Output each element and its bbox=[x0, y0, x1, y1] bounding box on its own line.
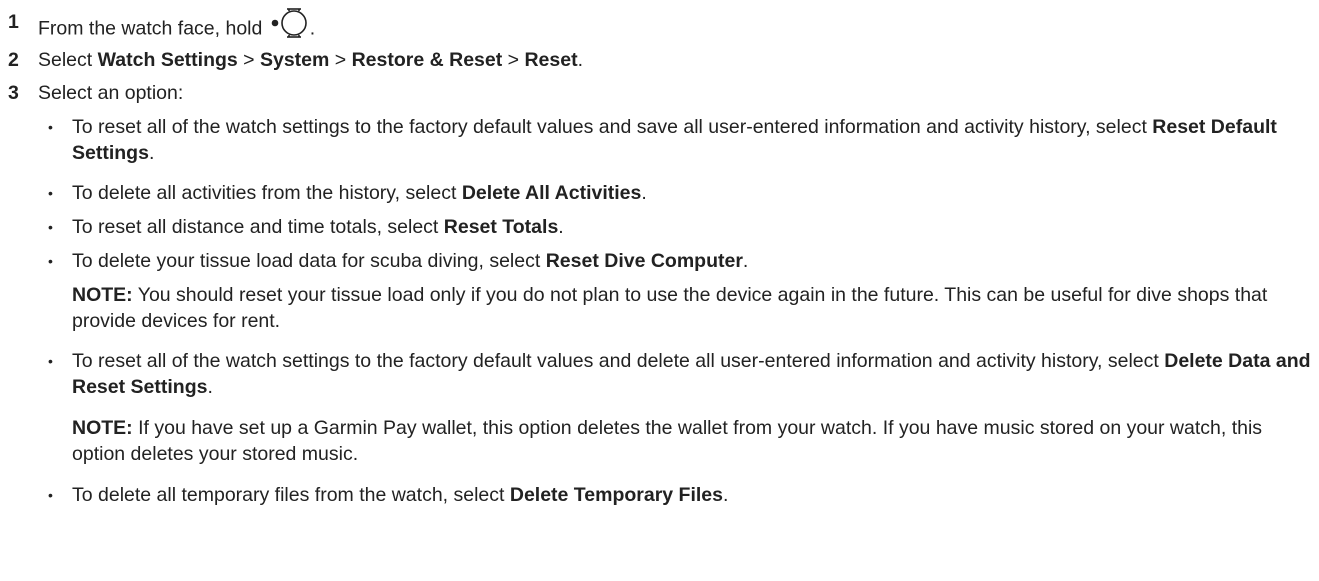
bullet: • bbox=[48, 353, 53, 369]
bullet: • bbox=[48, 253, 53, 269]
option-text: To delete your tissue load data for scub… bbox=[72, 248, 1312, 274]
step-3: 3 Select an option: bbox=[0, 80, 1319, 106]
option-description: To reset all distance and time totals, s… bbox=[72, 216, 444, 238]
option-name: Delete Temporary Files bbox=[509, 484, 723, 506]
option-end: . bbox=[723, 484, 729, 506]
option-text: To reset all of the watch settings to th… bbox=[72, 348, 1312, 400]
option-description: To reset all of the watch settings to th… bbox=[72, 350, 1165, 372]
menu-path-watch-settings: Watch Settings bbox=[97, 49, 238, 71]
menu-path-separator: > bbox=[502, 49, 525, 71]
menu-path-system: System bbox=[259, 49, 330, 71]
menu-path-separator: > bbox=[329, 49, 352, 71]
bullet: • bbox=[48, 185, 53, 201]
note-text: If you have set up a Garmin Pay wallet, … bbox=[72, 417, 1263, 465]
option-description: To delete your tissue load data for scub… bbox=[72, 250, 546, 272]
note-text: You should reset your tissue load only i… bbox=[72, 284, 1268, 332]
option-description: To delete all temporary files from the w… bbox=[72, 484, 510, 506]
option-name: Reset Totals bbox=[443, 216, 559, 238]
menu-path-separator: > bbox=[237, 49, 260, 71]
bullet: • bbox=[48, 219, 53, 235]
option-description: To delete all activities from the histor… bbox=[72, 182, 462, 204]
step-2: 2 Select Watch Settings > System > Resto… bbox=[0, 47, 1319, 73]
option-name: Reset Dive Computer bbox=[545, 250, 743, 272]
note-tissue-load: NOTE: You should reset your tissue load … bbox=[72, 282, 1312, 334]
option-text: To delete all temporary files from the w… bbox=[72, 482, 1312, 508]
note-label: NOTE: bbox=[72, 417, 133, 439]
step-text: From the watch face, hold . bbox=[38, 6, 315, 50]
bullet: • bbox=[48, 119, 53, 135]
step-number: 1 bbox=[8, 11, 19, 33]
menu-path-restore-reset: Restore & Reset bbox=[351, 49, 503, 71]
step-text-part: . bbox=[577, 49, 584, 71]
watch-button-icon bbox=[270, 6, 312, 47]
option-description: To reset all of the watch settings to th… bbox=[72, 116, 1153, 138]
step-number: 2 bbox=[8, 49, 19, 71]
option-text: To reset all distance and time totals, s… bbox=[72, 214, 1312, 240]
option-end: . bbox=[558, 216, 564, 238]
option-end: . bbox=[207, 376, 213, 398]
step-text-part: From the watch face, hold bbox=[38, 17, 268, 40]
step-text: Select an option: bbox=[38, 82, 184, 104]
instructions-document: 1 From the watch face, hold . 2 Select W… bbox=[0, 0, 1319, 581]
option-end: . bbox=[742, 250, 749, 272]
option-end: . bbox=[148, 142, 155, 164]
step-text: Select Watch Settings > System > Restore… bbox=[38, 47, 583, 73]
bullet: • bbox=[48, 487, 53, 503]
option-text: To reset all of the watch settings to th… bbox=[72, 114, 1312, 166]
option-end: . bbox=[641, 182, 647, 204]
step-1: 1 From the watch face, hold . bbox=[0, 8, 1319, 40]
note-label: NOTE: bbox=[72, 284, 133, 306]
option-name: Delete All Activities bbox=[461, 182, 642, 204]
step-text-part: Select bbox=[38, 49, 98, 71]
note-garmin-pay: NOTE: If you have set up a Garmin Pay wa… bbox=[72, 415, 1312, 467]
option-text: To delete all activities from the histor… bbox=[72, 180, 1312, 206]
step-number: 3 bbox=[8, 82, 19, 104]
menu-path-reset: Reset bbox=[524, 49, 578, 71]
